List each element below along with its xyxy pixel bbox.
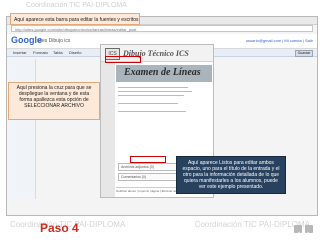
highlight-box — [105, 56, 141, 63]
text-line — [118, 87, 188, 88]
highlight-box — [130, 156, 166, 163]
slide-navigation — [294, 225, 314, 237]
account-links[interactable]: usuario@gmail.com | Mi cuenta | Salir — [246, 38, 313, 43]
prev-slide-button[interactable] — [294, 225, 302, 237]
attachments-label: Archivos adjuntos (0) — [121, 165, 154, 169]
text-line — [118, 111, 186, 112]
site-name: sites Dibujo ics — [37, 38, 71, 44]
callout-select-file: Aquí presiona la cruz para que se despli… — [8, 82, 100, 120]
callout-edit-spaces: Aquí aparece Listos para editar ambos es… — [176, 156, 286, 194]
slide-title: Coordinación TIC PAI-DIPLOMA — [26, 2, 127, 9]
toolbar-table[interactable]: Tabla — [53, 50, 63, 55]
chevron-left-icon — [296, 231, 300, 237]
comments-box[interactable]: Comentarios (0) — [118, 173, 178, 181]
footer-right: Coordinación TIC PAI-DIPLOMA — [194, 220, 310, 229]
post-title: Examen de Líneas — [124, 67, 201, 78]
address-bar[interactable]: http://sites.google.com/site/dibujotecni… — [11, 25, 313, 32]
attachments-box[interactable]: Archivos adjuntos (0) — [118, 163, 178, 171]
sidebar-navigation — [9, 59, 36, 199]
step-label: Paso 4 — [40, 221, 79, 235]
comments-label: Comentarios (0) — [121, 175, 147, 179]
next-slide-button[interactable] — [305, 225, 313, 237]
toolbar-layout[interactable]: Diseño — [69, 50, 81, 55]
toolbar-insert[interactable]: Insertar — [13, 50, 27, 55]
save-button[interactable]: Guardar — [295, 50, 313, 57]
text-line — [118, 95, 184, 96]
text-line — [118, 103, 178, 104]
toolbar-format[interactable]: Formato — [33, 50, 48, 55]
callout-toolbar: Aquí aparece esta barra para editar la f… — [10, 13, 140, 25]
site-sidebar — [101, 62, 115, 197]
chevron-right-icon — [307, 231, 311, 237]
text-line — [118, 91, 192, 92]
post-title-field[interactable]: Examen de Líneas — [116, 65, 212, 82]
